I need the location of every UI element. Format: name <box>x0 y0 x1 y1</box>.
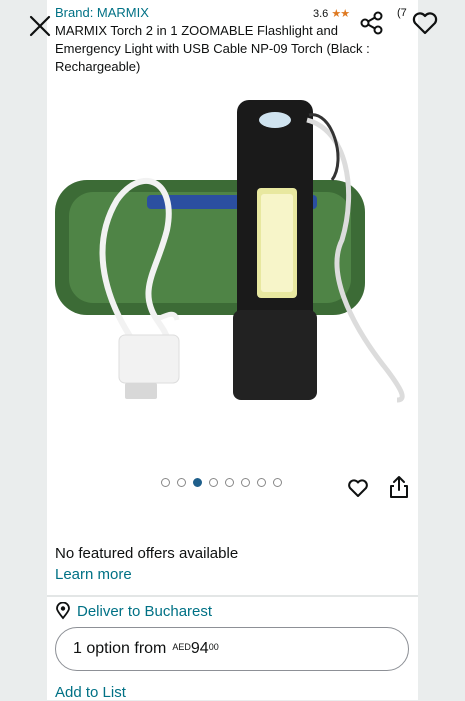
share-icon <box>390 476 408 498</box>
buying-option-button[interactable]: 1 option from AED 94 00 <box>55 627 409 671</box>
rating-stars: ★★ <box>331 8 350 20</box>
heart-icon <box>348 479 368 497</box>
pager-dot-active[interactable] <box>193 478 202 487</box>
price-whole: 94 <box>190 640 209 657</box>
close-icon <box>29 15 51 37</box>
favorite-button[interactable] <box>410 8 440 38</box>
share-icon <box>360 11 383 35</box>
price: AED 94 00 <box>172 640 218 658</box>
pager-dot[interactable] <box>273 478 282 487</box>
deliver-label: Deliver to Bucharest <box>77 602 213 620</box>
pager-dot[interactable] <box>161 478 170 487</box>
share-button[interactable] <box>359 10 385 36</box>
share-product-button[interactable] <box>387 474 411 500</box>
rating-count[interactable]: (7 <box>397 7 407 19</box>
product-title: MARMIX Torch 2 in 1 ZOOMABLE Flashlight … <box>55 23 370 74</box>
rating[interactable]: 3.6 ★★ <box>313 7 350 20</box>
learn-more-link[interactable]: Learn more <box>55 566 132 583</box>
pager-dot[interactable] <box>225 478 234 487</box>
product-image[interactable] <box>47 70 418 450</box>
location-pin-icon <box>56 602 70 620</box>
close-button[interactable] <box>22 8 56 42</box>
option-prefix: 1 option from <box>73 640 167 657</box>
no-offers-text: No featured offers available <box>55 545 239 562</box>
divider <box>47 595 418 597</box>
pager-dot[interactable] <box>241 478 250 487</box>
wishlist-button[interactable] <box>346 476 370 500</box>
pager-dot[interactable] <box>209 478 218 487</box>
top-bar: Brand: MARMIX 3.6 ★★ (7 MARMIX Torch 2 i… <box>0 0 465 74</box>
add-to-list-link[interactable]: Add to List <box>55 684 126 701</box>
price-fraction: 00 <box>208 642 219 652</box>
rating-value: 3.6 <box>313 8 329 20</box>
image-pager[interactable] <box>161 478 282 487</box>
deliver-to-link[interactable]: Deliver to Bucharest <box>55 602 212 620</box>
brand-link[interactable]: Brand: MARMIX <box>55 5 149 20</box>
pager-dot[interactable] <box>177 478 186 487</box>
pager-dot[interactable] <box>257 478 266 487</box>
heart-icon <box>412 12 438 35</box>
price-currency: AED <box>172 642 191 652</box>
